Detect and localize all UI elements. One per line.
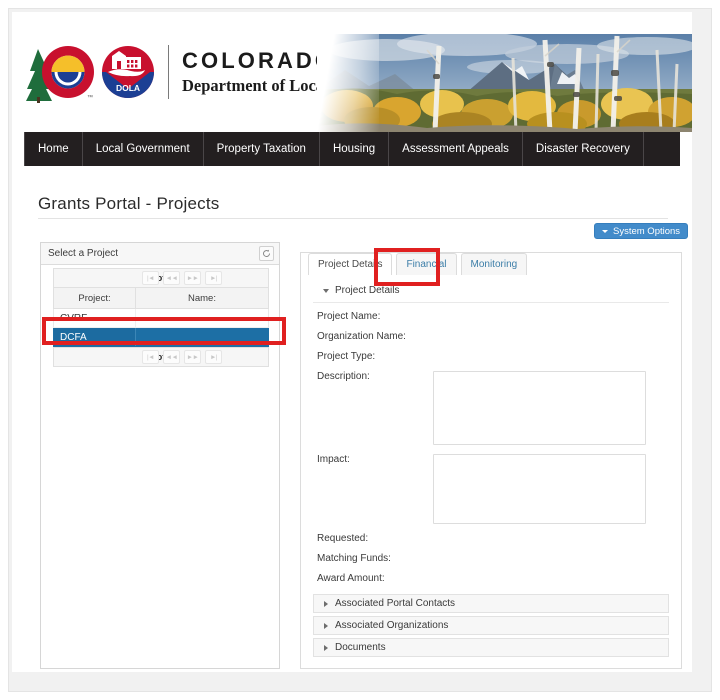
select-project-panel: Select a Project (1 of 1) |◄ ◄◄ ►► ►| Pr… <box>40 242 280 669</box>
accordion-associated-portal-contacts[interactable]: Associated Portal Contacts <box>313 594 669 613</box>
project-details-body: Project Details Project Name: Organizati… <box>301 275 681 670</box>
banner-left-fade <box>317 34 379 132</box>
pager-buttons-bottom: |◄ ◄◄ ►► ►| <box>142 350 222 364</box>
field-value <box>433 533 669 544</box>
field-label: Project Type: <box>317 351 376 362</box>
accordion-associated-organizations[interactable]: Associated Organizations <box>313 616 669 635</box>
pager-top: (1 of 1) |◄ ◄◄ ►► ►| <box>53 268 269 288</box>
section-divider <box>313 302 669 303</box>
site-header: ™ DOLA COLORADO Department of Local Affa… <box>12 12 692 132</box>
field-project-type: Project Type: <box>313 351 669 362</box>
accordion-label: Associated Organizations <box>335 620 449 631</box>
tab-financial[interactable]: Financial <box>396 253 457 275</box>
caret-right-icon <box>324 644 328 651</box>
cell-project: DCFA <box>54 328 136 346</box>
nav-item-property-taxation[interactable]: Property Taxation <box>204 132 320 166</box>
colorado-state-logo-icon: ™ <box>24 41 96 103</box>
field-organization-name: Organization Name: <box>313 331 669 342</box>
table-row[interactable]: CVRF <box>53 309 269 328</box>
dola-seal-label: DOLA <box>116 83 140 93</box>
accordion-label: Associated Portal Contacts <box>335 598 456 609</box>
project-grid: (1 of 1) |◄ ◄◄ ►► ►| Project: Name: CVRF <box>53 268 269 367</box>
system-options-label: System Options <box>613 225 681 237</box>
field-matching-funds: Matching Funds: <box>313 553 669 564</box>
field-value <box>433 331 669 342</box>
field-label: Project Name: <box>317 311 381 322</box>
description-textarea[interactable] <box>433 371 646 445</box>
next-page-button-bottom[interactable]: ►► <box>184 350 201 364</box>
section-toggle-project-details[interactable]: Project Details <box>323 285 669 296</box>
nav-item-disaster-recovery[interactable]: Disaster Recovery <box>523 132 644 166</box>
banner-photo <box>317 34 692 132</box>
pager-bottom: (1 of 1) |◄ ◄◄ ►► ►| <box>53 347 269 367</box>
main-navigation: Home Local Government Property Taxation … <box>24 132 680 166</box>
system-options-button[interactable]: System Options <box>594 223 689 239</box>
field-value <box>433 311 669 322</box>
impact-textarea[interactable] <box>433 454 646 524</box>
field-label: Impact: <box>317 454 350 465</box>
content-card: ™ DOLA COLORADO Department of Local Affa… <box>12 12 692 672</box>
field-label: Award Amount: <box>317 573 385 584</box>
accordion-sections: Associated Portal Contacts Associated Or… <box>313 594 669 657</box>
nav-item-assessment-appeals[interactable]: Assessment Appeals <box>389 132 523 166</box>
nav-item-home[interactable]: Home <box>24 132 83 166</box>
caret-down-icon <box>323 288 329 293</box>
field-requested: Requested: <box>313 533 669 544</box>
field-label: Matching Funds: <box>317 553 391 564</box>
accordion-documents[interactable]: Documents <box>313 638 669 657</box>
next-page-button[interactable]: ►► <box>184 271 201 285</box>
field-value <box>433 351 669 362</box>
first-page-button[interactable]: |◄ <box>142 271 159 285</box>
caret-right-icon <box>324 600 328 607</box>
nav-item-housing[interactable]: Housing <box>320 132 390 166</box>
column-header-name[interactable]: Name: <box>136 288 268 308</box>
field-value <box>433 573 669 584</box>
prev-page-button[interactable]: ◄◄ <box>163 271 180 285</box>
last-page-button-bottom[interactable]: ►| <box>205 350 222 364</box>
tab-monitoring[interactable]: Monitoring <box>460 253 528 275</box>
field-award-amount: Award Amount: <box>313 573 669 584</box>
column-header-project[interactable]: Project: <box>54 288 136 308</box>
cell-project: CVRF <box>54 309 136 327</box>
field-project-name: Project Name: <box>313 311 669 322</box>
caret-right-icon <box>324 622 328 629</box>
svg-text:™: ™ <box>87 94 93 101</box>
page-title: Grants Portal - Projects <box>38 194 220 213</box>
cell-name <box>136 309 268 327</box>
grid-header-row: Project: Name: <box>53 288 269 309</box>
page-frame: ™ DOLA COLORADO Department of Local Affa… <box>0 0 720 700</box>
dola-seal-icon: DOLA <box>100 43 156 101</box>
logo-divider <box>168 45 169 99</box>
project-details-panel: Project Details Project Name: Organizati… <box>300 252 682 669</box>
panel-header: Select a Project <box>41 243 279 265</box>
field-value <box>433 553 669 564</box>
first-page-button-bottom[interactable]: |◄ <box>142 350 159 364</box>
nav-item-local-government[interactable]: Local Government <box>83 132 204 166</box>
prev-page-button-bottom[interactable]: ◄◄ <box>163 350 180 364</box>
last-page-button[interactable]: ►| <box>205 271 222 285</box>
section-title: Project Details <box>335 285 400 296</box>
panel-title: Select a Project <box>48 248 119 259</box>
title-divider <box>38 218 668 219</box>
pager-buttons-top: |◄ ◄◄ ►► ►| <box>142 271 222 285</box>
field-label: Description: <box>317 371 370 382</box>
cell-name <box>136 328 268 346</box>
refresh-icon[interactable] <box>259 246 274 261</box>
chevron-down-icon <box>602 229 608 233</box>
tab-strip: Project Details Financial Monitoring <box>308 253 528 276</box>
table-row-selected[interactable]: DCFA <box>53 328 269 347</box>
field-description: Description: <box>313 371 669 445</box>
tab-project-details[interactable]: Project Details <box>308 253 393 276</box>
field-label: Requested: <box>317 533 369 544</box>
field-impact: Impact: <box>313 454 669 524</box>
accordion-label: Documents <box>335 642 386 653</box>
field-label: Organization Name: <box>317 331 406 342</box>
